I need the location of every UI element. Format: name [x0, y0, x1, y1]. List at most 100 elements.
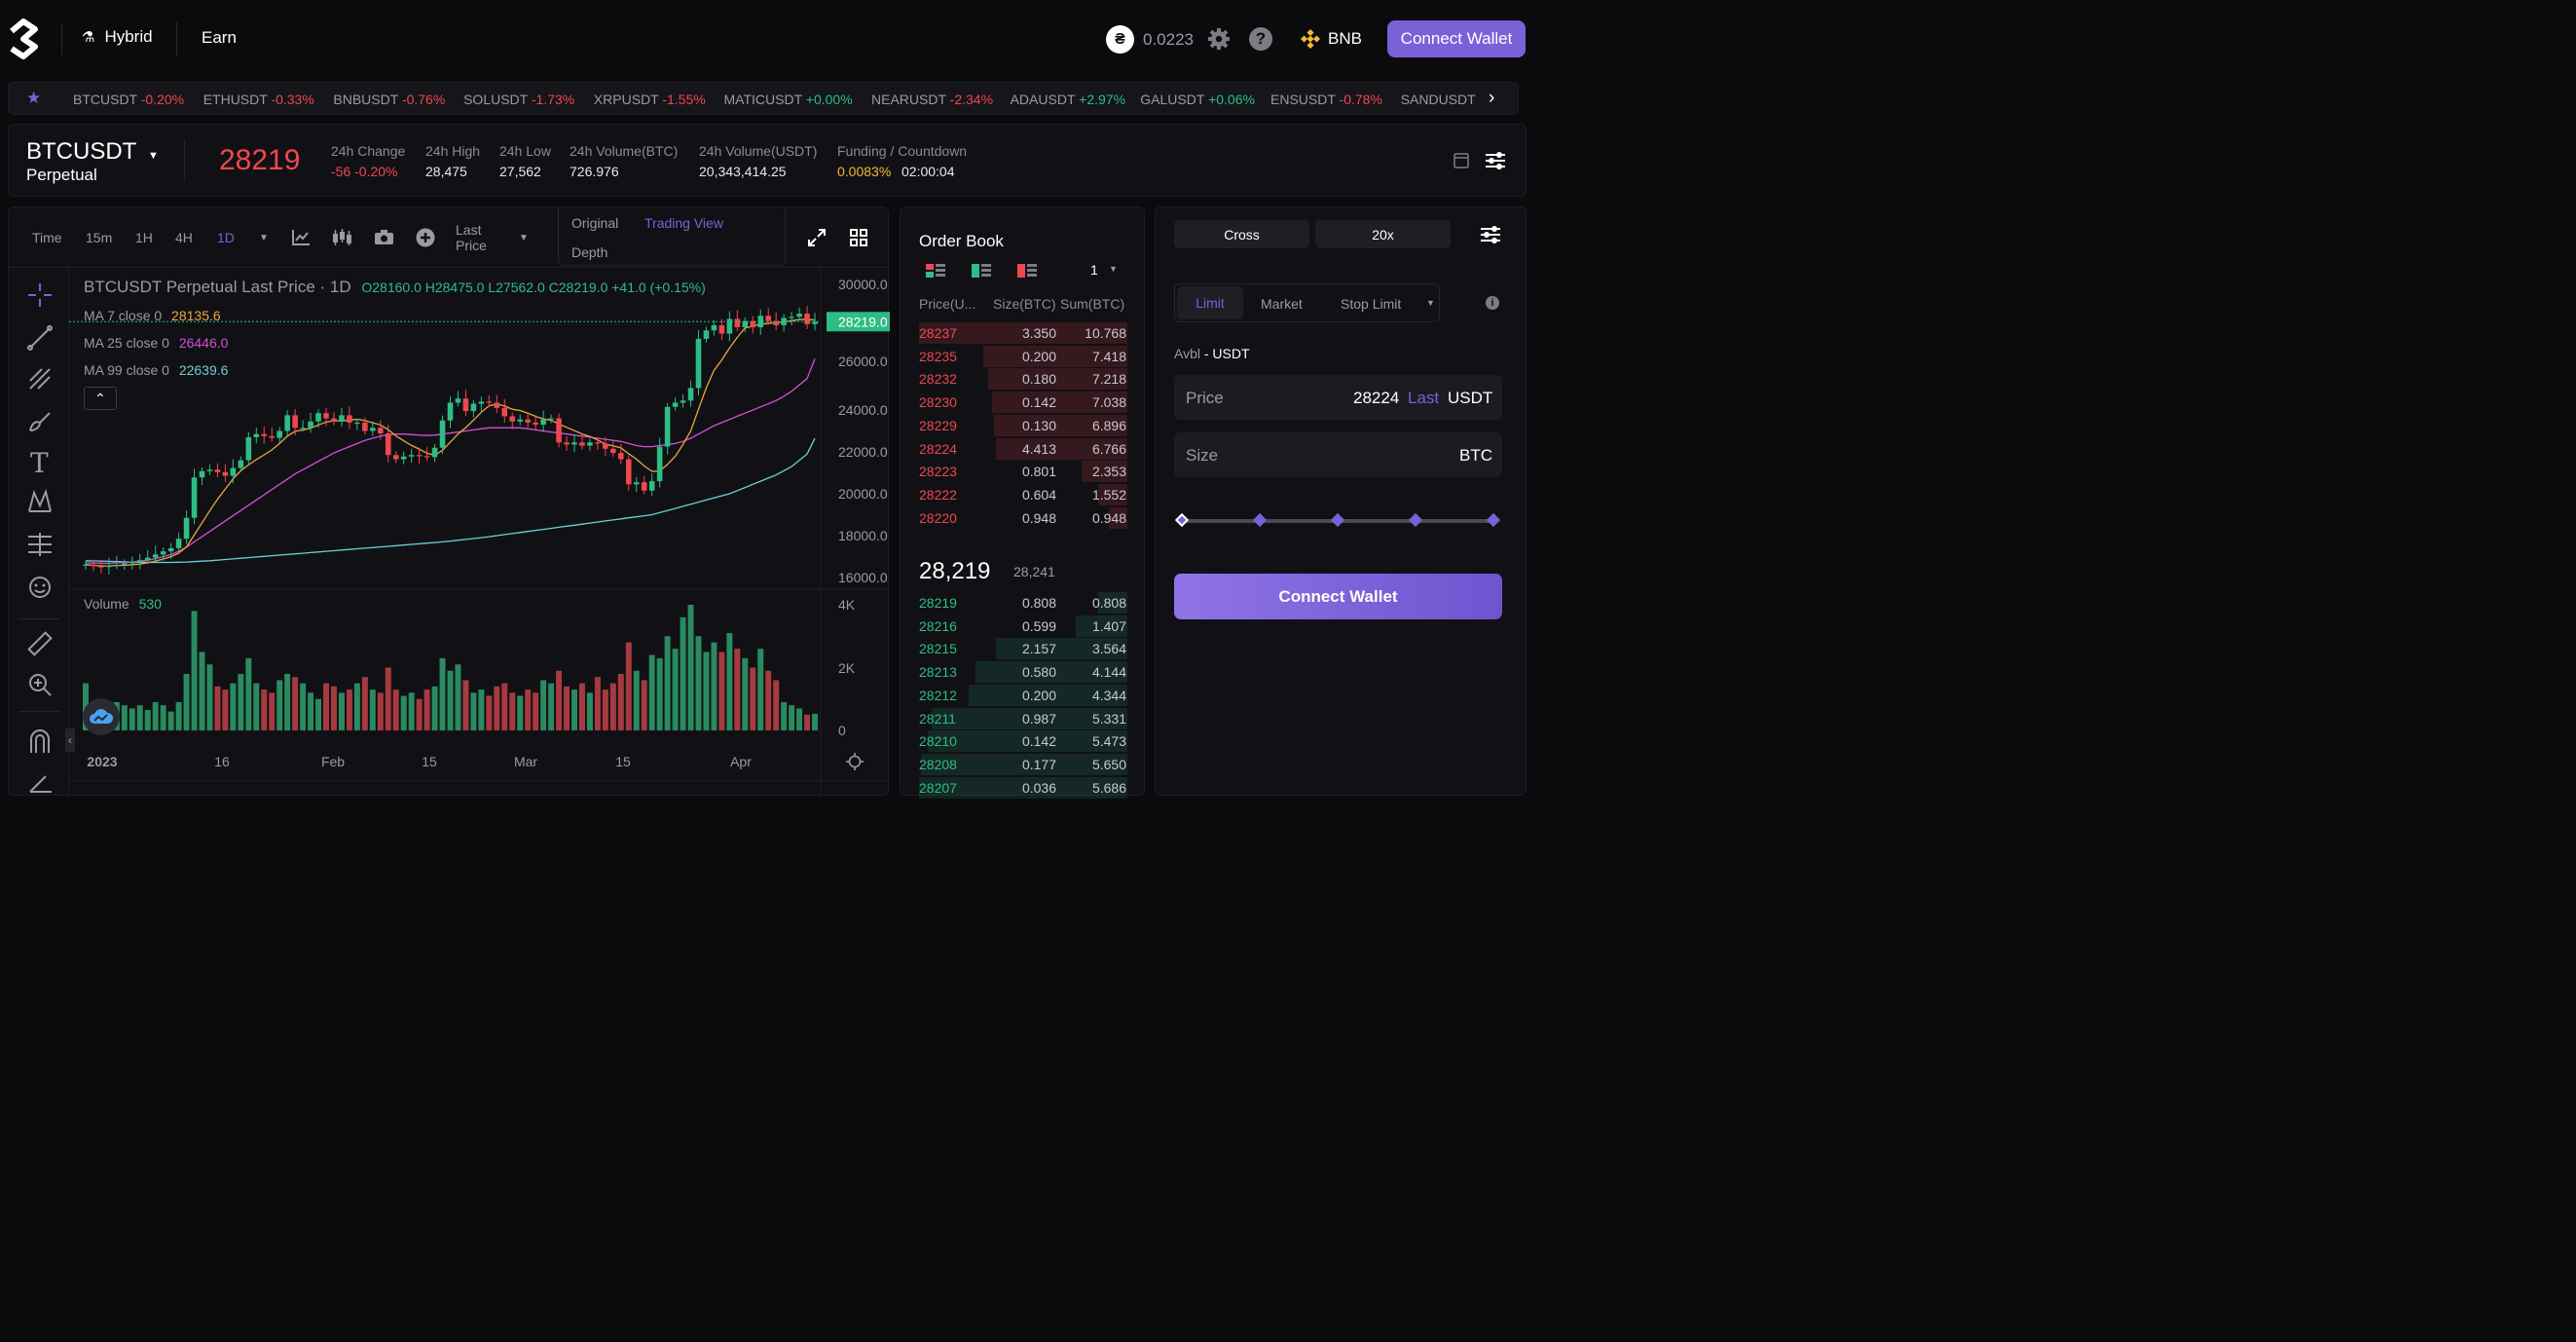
ticker-next-icon[interactable]: ›	[1489, 88, 1494, 109]
view-trading-view[interactable]: Trading View	[644, 215, 723, 231]
volume-bar	[175, 701, 182, 730]
order-row[interactable]: 28211 0.987 5.331	[901, 711, 1146, 728]
layout-grid-icon[interactable]	[850, 229, 867, 246]
order-type-dropdown-icon[interactable]: ▼	[1426, 298, 1435, 308]
order-row[interactable]: 28210 0.142 5.473	[901, 733, 1146, 751]
ticker-item[interactable]: BTCUSDT -0.20%	[73, 92, 184, 107]
time-label[interactable]: Time	[32, 230, 62, 245]
ticker-item[interactable]: SOLUSDT -1.73%	[463, 92, 574, 107]
app-logo[interactable]	[6, 18, 41, 60]
add-indicator-icon[interactable]	[416, 228, 435, 247]
tab-market[interactable]: Market	[1261, 296, 1303, 312]
order-row[interactable]: 28223 0.801 2.353	[901, 464, 1146, 481]
ticker-item[interactable]: XRPUSDT -1.55%	[594, 92, 706, 107]
symbol-dropdown-icon[interactable]: ▼	[148, 150, 159, 162]
connect-wallet-button[interactable]: Connect Wallet	[1387, 20, 1526, 57]
symbol-name[interactable]: BTCUSDT	[26, 138, 136, 166]
text-tool-icon[interactable]: T	[30, 447, 49, 479]
order-row[interactable]: 28213 0.580 4.144	[901, 664, 1146, 682]
order-row[interactable]: 28215 2.157 3.564	[901, 641, 1146, 658]
help-icon[interactable]: ?	[1249, 27, 1272, 51]
ticker-item[interactable]: ADAUSDT +2.97%	[1011, 92, 1125, 107]
order-row[interactable]: 28222 0.604 1.552	[901, 487, 1146, 504]
magnet-icon[interactable]	[26, 727, 54, 755]
interval-dropdown-icon[interactable]: ▼	[259, 233, 269, 243]
settings-gear-icon[interactable]	[1207, 27, 1231, 51]
size-input[interactable]: Size BTC	[1174, 432, 1502, 477]
interval-1d[interactable]: 1D	[217, 230, 235, 245]
trend-line-icon[interactable]	[26, 324, 54, 352]
fib-tool-icon[interactable]	[26, 365, 54, 392]
brush-icon[interactable]	[26, 407, 54, 434]
order-row[interactable]: 28224 4.413 6.766	[901, 441, 1146, 459]
hybrid-nav[interactable]: ⚗ Hybrid	[82, 27, 153, 47]
order-row[interactable]: 28237 3.350 10.768	[901, 325, 1146, 343]
emoji-icon[interactable]	[26, 574, 54, 601]
order-row[interactable]: 28232 0.180 7.218	[901, 371, 1146, 389]
order-row[interactable]: 28219 0.808 0.808	[901, 595, 1146, 613]
slider-mark[interactable]	[1174, 512, 1190, 528]
ticker-item[interactable]: MATICUSDT +0.00%	[724, 92, 853, 107]
ticker-item[interactable]: BNBUSDT -0.76%	[333, 92, 445, 107]
tradingview-logo[interactable]	[83, 698, 120, 735]
precision-selector[interactable]: 1	[1090, 262, 1098, 278]
tab-limit[interactable]: Limit	[1177, 286, 1243, 319]
draw-lock-icon[interactable]	[26, 768, 54, 796]
order-row[interactable]: 28216 0.599 1.407	[901, 618, 1146, 636]
camera-icon[interactable]	[374, 229, 394, 245]
order-row[interactable]: 28220 0.948 0.948	[901, 510, 1146, 528]
interval-1h[interactable]: 1H	[135, 230, 153, 245]
pattern-tool-icon[interactable]	[26, 488, 54, 515]
candle-type-icon[interactable]	[331, 229, 352, 246]
order-row[interactable]: 28207 0.036 5.686	[901, 780, 1146, 798]
collapse-legend-button[interactable]: ⌃	[84, 387, 117, 410]
order-row[interactable]: 28235 0.200 7.418	[901, 349, 1146, 366]
ticker-item[interactable]: NEARUSDT -2.34%	[871, 92, 993, 107]
price-input-value[interactable]: 28224	[1353, 389, 1399, 408]
market-settings-icon[interactable]	[1485, 151, 1506, 170]
order-row[interactable]: 28229 0.130 6.896	[901, 418, 1146, 435]
interval-4h[interactable]: 4H	[175, 230, 193, 245]
slider-mark[interactable]	[1252, 512, 1268, 528]
zoom-in-icon[interactable]	[26, 671, 54, 698]
price-last-button[interactable]: Last	[1408, 389, 1439, 408]
calculator-icon[interactable]	[1454, 153, 1469, 168]
price-type-selector[interactable]: Last Price	[456, 222, 506, 253]
view-depth[interactable]: Depth	[571, 244, 607, 260]
interval-15m[interactable]: 15m	[86, 230, 112, 245]
ticker-item[interactable]: SANDUSDT	[1401, 92, 1476, 107]
info-icon[interactable]: i	[1486, 296, 1499, 310]
slider-mark[interactable]	[1330, 512, 1345, 528]
trade-settings-icon[interactable]	[1480, 225, 1501, 244]
order-row[interactable]: 28212 0.200 4.344	[901, 688, 1146, 705]
nav-earn[interactable]: Earn	[202, 28, 237, 48]
leverage-button[interactable]: 20x	[1315, 220, 1451, 248]
slider-mark[interactable]	[1408, 512, 1423, 528]
fullscreen-icon[interactable]	[807, 228, 827, 247]
order-row[interactable]: 28208 0.177 5.650	[901, 757, 1146, 774]
chart-settings-icon[interactable]	[846, 753, 864, 770]
tab-stop-limit[interactable]: Stop Limit	[1341, 296, 1401, 312]
precision-dropdown-icon[interactable]: ▼	[1109, 264, 1118, 274]
book-bids-icon[interactable]	[972, 264, 991, 278]
ticker-item[interactable]: ETHUSDT -0.33%	[203, 92, 314, 107]
ruler-icon[interactable]	[26, 630, 54, 657]
ticker-item[interactable]: ENSUSDT -0.78%	[1270, 92, 1382, 107]
measure-range-icon[interactable]	[26, 531, 54, 558]
price-input[interactable]: Price 28224 Last USDT	[1174, 375, 1502, 420]
order-row[interactable]: 28230 0.142 7.038	[901, 394, 1146, 412]
favorite-star-icon[interactable]: ★	[26, 89, 41, 108]
ticker-change: +0.06%	[1208, 92, 1255, 107]
indicator-icon[interactable]	[291, 229, 311, 246]
network-selector[interactable]: BNB	[1301, 29, 1362, 49]
price-type-dropdown-icon[interactable]: ▼	[519, 233, 529, 243]
connect-wallet-trade-button[interactable]: Connect Wallet	[1174, 574, 1502, 619]
margin-mode-button[interactable]: Cross	[1174, 220, 1309, 248]
book-asks-icon[interactable]	[1017, 264, 1037, 278]
crosshair-icon[interactable]	[26, 281, 54, 309]
volume-bar	[199, 652, 205, 730]
ticker-item[interactable]: GALUSDT +0.06%	[1140, 92, 1255, 107]
view-original[interactable]: Original	[571, 215, 618, 231]
slider-mark[interactable]	[1486, 512, 1501, 528]
book-both-icon[interactable]	[926, 264, 945, 278]
